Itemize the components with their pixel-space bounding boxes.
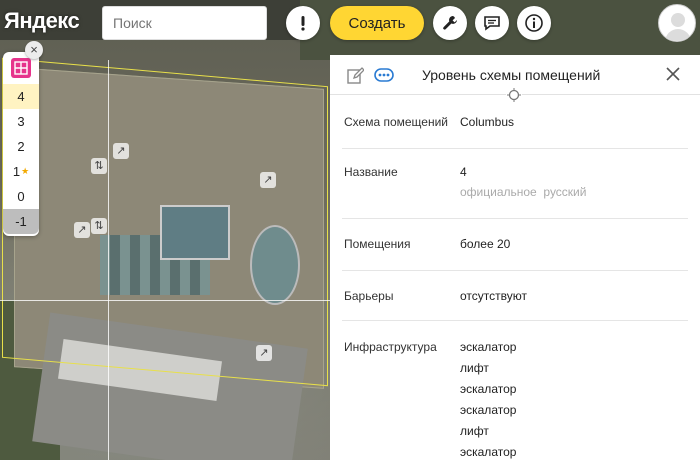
row-scheme: Схема помещений Columbus: [342, 95, 688, 149]
floor-item-2[interactable]: 2: [3, 134, 39, 159]
escalator-icon[interactable]: ↗: [74, 222, 90, 238]
panel-header: Уровень схемы помещений: [330, 55, 700, 103]
elevator-icon[interactable]: ⇅: [91, 218, 107, 234]
elevator-icon[interactable]: ⇅: [91, 158, 107, 174]
info-button[interactable]: [517, 6, 551, 40]
row-rooms: Помещения более 20: [342, 219, 688, 271]
name-value: 4: [460, 165, 467, 179]
row-barriers: Барьеры отсутствуют: [342, 271, 688, 321]
indoor-scheme-outline[interactable]: [2, 57, 328, 387]
more-options-icon[interactable]: [374, 67, 394, 83]
grid-line-horizontal: [0, 300, 330, 301]
floor-selector: 4 3 2 1 ★ 0 -1: [3, 52, 39, 236]
row-label: Название: [344, 165, 398, 179]
messages-button[interactable]: [475, 6, 509, 40]
create-button[interactable]: Создать: [330, 6, 424, 40]
escalator-icon[interactable]: ↗: [260, 172, 276, 188]
floor-item-label: 1: [12, 164, 21, 179]
chat-icon: [484, 16, 500, 31]
star-icon: ★: [21, 166, 30, 176]
info-icon: [525, 14, 543, 32]
infra-link[interactable]: лифт: [460, 424, 489, 438]
infra-link[interactable]: эскалатор: [460, 445, 516, 459]
escalator-icon[interactable]: ↗: [256, 345, 272, 361]
infra-link[interactable]: лифт: [460, 361, 489, 375]
row-label: Схема помещений: [344, 115, 449, 129]
floor-selector-close-button[interactable]: ×: [25, 41, 43, 59]
row-name: Название 4 официальное русский: [342, 149, 688, 219]
yandex-logo[interactable]: Яндекс: [4, 8, 80, 34]
rooms-value: более 20: [460, 237, 511, 251]
panel-title: Уровень схемы помещений: [422, 67, 601, 83]
floor-item-1[interactable]: 1 ★: [3, 159, 39, 184]
avatar-head-shape: [671, 13, 685, 27]
floor-item-4[interactable]: 4: [3, 84, 39, 109]
close-icon[interactable]: [664, 65, 682, 83]
grid-line-vertical: [108, 60, 109, 460]
row-label: Барьеры: [344, 289, 394, 303]
info-panel: Уровень схемы помещений Схема помещений …: [330, 55, 700, 460]
lang-official[interactable]: официальное: [460, 185, 537, 199]
barriers-value: отсутствуют: [460, 289, 527, 303]
alert-icon: [301, 16, 305, 31]
tools-button[interactable]: [433, 6, 467, 40]
row-label: Инфраструктура: [344, 340, 437, 354]
floor-item-0[interactable]: 0: [3, 184, 39, 209]
row-infrastructure: Инфраструктура эскалатор лифт эскалатор …: [342, 321, 688, 460]
scheme-link[interactable]: Columbus: [460, 115, 514, 129]
floor-item-3[interactable]: 3: [3, 109, 39, 134]
infra-link[interactable]: эскалатор: [460, 403, 516, 417]
floor-item-minus-1[interactable]: -1: [3, 209, 39, 234]
infra-link[interactable]: эскалатор: [460, 382, 516, 396]
indoor-plan-icon: [11, 58, 31, 78]
infra-link[interactable]: эскалатор: [460, 340, 516, 354]
escalator-icon[interactable]: ↗: [113, 143, 129, 159]
row-label: Помещения: [344, 237, 411, 251]
alert-button[interactable]: [286, 6, 320, 40]
user-avatar[interactable]: [658, 4, 696, 42]
edit-icon[interactable]: [346, 67, 364, 85]
lang-russian[interactable]: русский: [543, 185, 586, 199]
wrench-icon: [443, 16, 457, 30]
name-languages: официальное русский: [460, 185, 586, 199]
search-input[interactable]: [102, 6, 267, 40]
avatar-body-shape: [665, 29, 691, 41]
